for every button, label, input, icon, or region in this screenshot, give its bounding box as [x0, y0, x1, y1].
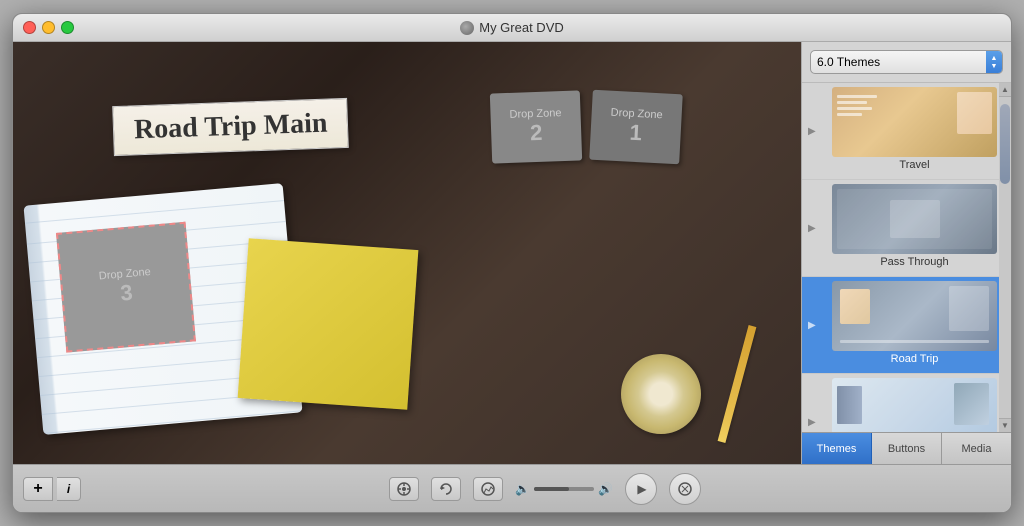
rotate-button[interactable] — [431, 477, 461, 501]
titlebar: My Great DVD — [13, 14, 1011, 42]
play-button[interactable]: ▶ — [625, 473, 657, 505]
window-title: My Great DVD — [460, 20, 564, 35]
panel-scrollbar[interactable]: ▲ ▼ — [999, 83, 1011, 432]
panel-tabs: Themes Buttons Media — [802, 432, 1011, 464]
theme-selector[interactable]: 6.0 Themes ▲ ▼ — [810, 50, 1003, 74]
titlebar-buttons — [23, 21, 74, 34]
toolbar: + i — [13, 464, 1011, 512]
theme-thumb-reflection — [832, 378, 997, 432]
theme-item-travel[interactable]: ▶ — [802, 83, 1011, 180]
drop-zone-3: Drop Zone 3 — [56, 222, 196, 353]
maximize-button[interactable] — [61, 21, 74, 34]
theme-thumb-roadtrip — [832, 281, 997, 351]
tape-spool — [621, 354, 701, 434]
theme-arrow-travel: ▶ — [808, 126, 820, 137]
right-panel: 6.0 Themes ▲ ▼ ▶ — [801, 42, 1011, 464]
theme-arrow-reflection: ▶ — [808, 417, 820, 428]
video-preview: Road Trip Main Drop Zone 2 Drop Zone 1 D… — [13, 42, 801, 464]
themes-list: ▶ — [802, 83, 1011, 432]
volume-control: 🔈 🔊 — [515, 482, 613, 496]
theme-arrow-roadtrip: ▶ — [808, 320, 820, 331]
toolbar-center: 🔈 🔊 ▶ — [89, 473, 1001, 505]
scroll-down[interactable]: ▼ — [999, 418, 1011, 432]
rotate-icon — [438, 481, 454, 497]
theme-name-travel: Travel — [824, 157, 1005, 175]
scroll-up[interactable]: ▲ — [999, 83, 1011, 97]
theme-selector-label: 6.0 Themes — [817, 55, 880, 69]
theme-item-reflection[interactable]: ▶ Reflection White — [802, 374, 1011, 432]
pencil — [718, 325, 757, 443]
theme-thumb-travel — [832, 87, 997, 157]
fullscreen-button[interactable] — [669, 473, 701, 505]
video-background: Road Trip Main Drop Zone 2 Drop Zone 1 D… — [13, 42, 801, 464]
tab-media[interactable]: Media — [942, 433, 1011, 464]
volume-slider-track[interactable] — [534, 487, 594, 491]
select-arrow-icon: ▲ ▼ — [986, 51, 1002, 73]
theme-item-roadtrip[interactable]: ▶ Road Trip — [802, 277, 1011, 374]
burn-icon — [396, 481, 412, 497]
theme-arrow-passthrough: ▶ — [808, 223, 820, 234]
drop-zone-2: Drop Zone 2 — [490, 90, 582, 163]
theme-item-passthrough[interactable]: ▶ Pass Through — [802, 180, 1011, 277]
road-trip-label: Road Trip Main — [112, 98, 349, 156]
preview-button[interactable] — [473, 477, 503, 501]
main-window: My Great DVD Road Trip Main Drop Zone 2 … — [12, 13, 1012, 513]
drop-zone-1: Drop Zone 1 — [589, 90, 683, 165]
info-button[interactable]: i — [57, 477, 81, 501]
sticky-note — [238, 238, 419, 409]
main-content: Road Trip Main Drop Zone 2 Drop Zone 1 D… — [13, 42, 1011, 464]
volume-slider-fill — [534, 487, 569, 491]
theme-name-passthrough: Pass Through — [824, 254, 1005, 272]
disc-icon — [460, 21, 474, 35]
volume-mute-icon: 🔈 — [515, 482, 530, 496]
add-button[interactable]: + — [23, 477, 53, 501]
fullscreen-icon — [677, 481, 693, 497]
theme-thumb-passthrough — [832, 184, 997, 254]
theme-name-roadtrip: Road Trip — [824, 351, 1005, 369]
toolbar-left: + i — [23, 477, 81, 501]
volume-max-icon: 🔊 — [598, 482, 613, 496]
close-button[interactable] — [23, 21, 36, 34]
panel-header: 6.0 Themes ▲ ▼ — [802, 42, 1011, 83]
minimize-button[interactable] — [42, 21, 55, 34]
tab-themes[interactable]: Themes — [802, 433, 872, 464]
burn-button[interactable] — [389, 477, 419, 501]
tab-buttons[interactable]: Buttons — [872, 433, 942, 464]
preview-icon — [480, 481, 496, 497]
scrollbar-thumb[interactable] — [1000, 104, 1010, 184]
